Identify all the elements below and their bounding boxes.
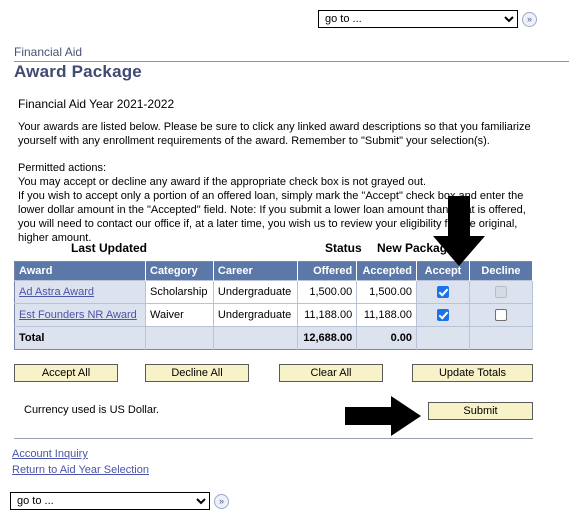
permitted-actions-heading: Permitted actions: xyxy=(18,162,107,174)
award-link[interactable]: Est Founders NR Award xyxy=(19,309,137,321)
award-accepted-cell: 1,500.00 xyxy=(356,280,417,304)
column-header-decline: Decline xyxy=(469,261,533,281)
total-decline-cell xyxy=(469,326,533,350)
clear-all-button[interactable]: Clear All xyxy=(279,364,383,382)
accept-all-button[interactable]: Accept All xyxy=(14,364,118,382)
instruction-paragraph-2: You may accept or decline any award if t… xyxy=(18,176,427,188)
total-career-cell xyxy=(213,326,299,350)
return-to-aid-year-link[interactable]: Return to Aid Year Selection xyxy=(12,464,149,476)
award-accepted-cell: 11,188.00 xyxy=(356,303,417,327)
goto-select-top[interactable]: go to ... xyxy=(318,10,518,28)
column-header-accepted: Accepted xyxy=(356,261,417,281)
accept-checkbox-cell xyxy=(416,280,470,304)
label-last-updated: Last Updated xyxy=(71,241,148,255)
total-offered-cell: 12,688.00 xyxy=(297,326,358,350)
page-title: Award Package xyxy=(14,62,142,81)
decline-all-button[interactable]: Decline All xyxy=(145,364,249,382)
goto-select-bottom[interactable]: go to ... xyxy=(10,492,210,510)
column-header-award: Award xyxy=(14,261,146,281)
bottom-goto-bar: go to ... » xyxy=(10,492,229,510)
decline-checkbox-cell xyxy=(469,280,533,304)
award-offered-cell: 1,500.00 xyxy=(297,280,358,304)
accept-checkbox[interactable] xyxy=(437,286,449,299)
award-name-cell: Est Founders NR Award xyxy=(14,303,146,327)
award-category-cell: Scholarship xyxy=(145,280,214,304)
column-header-category: Category xyxy=(145,261,214,281)
total-category-cell xyxy=(145,326,214,350)
table-total-row: Total 12,688.00 0.00 xyxy=(14,326,533,350)
award-offered-cell: 11,188.00 xyxy=(297,303,358,327)
update-totals-button[interactable]: Update Totals xyxy=(412,364,533,382)
award-table: Award Category Career Offered Accepted A… xyxy=(14,261,533,350)
aid-year-label: Financial Aid Year 2021-2022 xyxy=(18,97,175,111)
top-goto-bar: go to ... » xyxy=(318,10,537,28)
award-career-cell: Undergraduate xyxy=(213,280,299,304)
award-link[interactable]: Ad Astra Award xyxy=(19,286,94,298)
column-header-career: Career xyxy=(213,261,299,281)
footer-divider xyxy=(14,438,533,439)
instruction-paragraph-3: If you wish to accept only a portion of … xyxy=(18,190,526,244)
instructions-block: Your awards are listed below. Please be … xyxy=(18,120,538,245)
decline-checkbox-cell xyxy=(469,303,533,327)
label-status: Status xyxy=(325,241,362,255)
decline-checkbox[interactable] xyxy=(495,309,507,322)
accept-checkbox-cell xyxy=(416,303,470,327)
total-label-cell: Total xyxy=(14,326,146,350)
table-row: Est Founders NR Award Waiver Undergradua… xyxy=(14,303,533,327)
summary-label-row: Last Updated Status New Package xyxy=(14,241,534,257)
breadcrumb: Financial Aid xyxy=(14,45,569,62)
column-header-offered: Offered xyxy=(297,261,358,281)
label-new-package: New Package xyxy=(377,241,454,255)
accept-checkbox[interactable] xyxy=(437,309,449,322)
table-row: Ad Astra Award Scholarship Undergraduate… xyxy=(14,280,533,304)
decline-checkbox xyxy=(495,286,507,299)
submit-button[interactable]: Submit xyxy=(428,402,533,420)
instruction-paragraph-1: Your awards are listed below. Please be … xyxy=(18,121,531,147)
goto-submit-button-top[interactable]: » xyxy=(522,11,537,27)
award-career-cell: Undergraduate xyxy=(213,303,299,327)
table-header-row: Award Category Career Offered Accepted A… xyxy=(14,261,533,281)
award-name-cell: Ad Astra Award xyxy=(14,280,146,304)
goto-submit-button-bottom[interactable]: » xyxy=(214,493,229,509)
total-accept-cell xyxy=(416,326,470,350)
annotation-arrow-right-icon xyxy=(345,396,421,436)
column-header-accept: Accept xyxy=(416,261,470,281)
account-inquiry-link[interactable]: Account Inquiry xyxy=(12,448,88,460)
instruction-spacer xyxy=(18,148,538,161)
award-category-cell: Waiver xyxy=(145,303,214,327)
currency-note: Currency used is US Dollar. xyxy=(24,404,160,416)
total-accepted-cell: 0.00 xyxy=(356,326,417,350)
